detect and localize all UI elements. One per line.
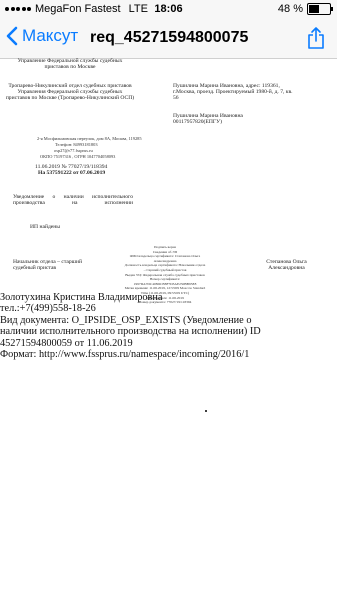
footer-line: наличии исполнительного производства на … [0,326,261,338]
back-label: Максут [22,26,79,45]
chief-name: Степанова Ольга Александровна [266,259,307,272]
footer-line: тел.:+7(499)558-18-26 [0,303,96,315]
footer-line: Вид документа: O_IPSIDE_OSP_EXISTS (Увед… [0,314,252,326]
document-footer: Золотухина Кристина Владимировна тел.:+7(… [0,292,337,360]
page-title: req_45271594800075 [90,29,249,46]
document-view[interactable]: Управление Федеральной службы судебных п… [0,58,337,600]
agency-header: Управление Федеральной службы судебных п… [17,58,123,71]
battery-icon [307,3,333,15]
ip-found-text: ИП найдены [30,224,61,230]
back-button[interactable]: Максут [6,26,78,46]
footer-line: Золотухина Кристина Владимировна [0,292,163,303]
office-phone: Телефон: 84993181803 [55,142,98,147]
office-address: 2-я Мосфильмовская переулок, дом 8А, Мос… [37,136,142,141]
office-okpo: ОКПО 75197316 , ОГРН 1047704058093 [40,154,116,159]
department-block: Тропарево-Никулинский отдел судебных при… [5,83,135,102]
chevron-left-icon [6,26,18,46]
page-marker-dot [205,410,207,412]
navigation-bar: Максут req_45271594800075 [0,20,337,59]
debtor-recipient: Пушилина Марина Ивановна 00117957820(ЕПГ… [173,113,243,126]
battery-info: 48 % [277,3,333,15]
battery-percent: 48 % [277,3,303,15]
share-button[interactable] [307,26,325,55]
share-icon [308,27,324,49]
debtor-address: Пушилина Марина Ивановна, адрес: 119361,… [173,83,293,102]
status-bar: MegaFon Fastest LTE 18:06 48 % [0,0,337,20]
notice-title: Уведомление о наличии исполнительного пр… [13,194,133,207]
footer-line: 45271594800059 от 11.06.2019 [0,337,133,349]
footer-line: Формат: http://www.fssprus.ru/namespace/… [0,349,250,361]
request-reference: На 537591222 от 07.06.2019 [38,170,106,176]
chief-title: Начальник отдела – старший судебный прис… [13,259,82,272]
office-email: osp27@r77.fssprus.ru [54,148,93,153]
